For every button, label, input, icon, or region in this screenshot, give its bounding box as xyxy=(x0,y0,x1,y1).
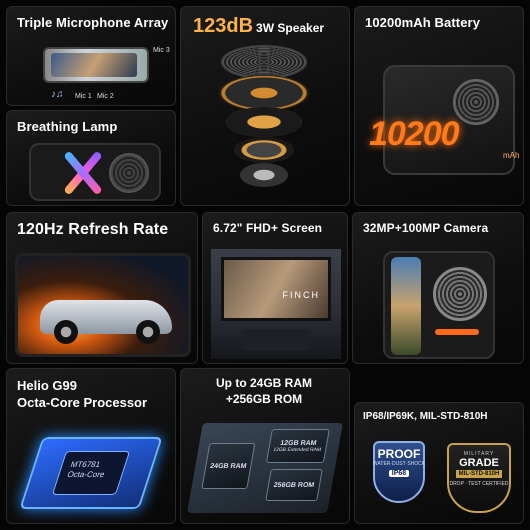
speaker-grill-icon xyxy=(453,79,499,125)
tile-camera: 32MP+100MP Camera xyxy=(352,212,524,364)
lamp-title: Breathing Lamp xyxy=(17,119,118,134)
tile-microphone: Triple Microphone Array Mic 3 ♪♫ Mic 1 M… xyxy=(6,6,176,106)
ram-spec: Up to 24GB RAM xyxy=(216,376,312,390)
ram-chip: 24GB RAM xyxy=(201,443,256,489)
light-x-icon xyxy=(59,151,107,195)
camera-title: 32MP+100MP Camera xyxy=(363,221,489,235)
tile-processor: Helio G99 Octa-Core Processor MT6781 Oct… xyxy=(6,368,176,524)
tile-speaker: 123dB 3W Speaker xyxy=(180,6,350,206)
tile-refresh-rate: 120Hz Refresh Rate xyxy=(6,212,198,364)
feature-grid: Triple Microphone Array Mic 3 ♪♫ Mic 1 M… xyxy=(0,0,530,530)
processor-cores: Octa-Core Processor xyxy=(17,395,148,410)
tile-durability: IP68/IP69K, MIL-STD-810H PROOF WATER·DUS… xyxy=(354,402,524,524)
speaker-title: 123dB 3W Speaker xyxy=(193,15,324,38)
phone-image xyxy=(43,47,149,83)
rom-chip: 256GB ROM xyxy=(265,469,323,501)
extended-ram-chip: 12GB RAM 12GB Extended RAM xyxy=(265,429,330,463)
refresh-title: 120Hz Refresh Rate xyxy=(17,221,169,238)
phone-image xyxy=(383,251,495,359)
camera-lens-icon xyxy=(433,267,487,321)
mic2-label: Mic 2 xyxy=(97,93,114,100)
movie-title: FINCH xyxy=(282,290,320,300)
memory-board-icon: 24GB RAM 12GB RAM 12GB Extended RAM 256GB… xyxy=(187,423,343,513)
speaker-grill-icon xyxy=(109,153,149,193)
chip-icon: MT6781 Octa-Core xyxy=(19,437,163,509)
speaker-watt: 3W Speaker xyxy=(256,21,325,35)
rom-spec: +256GB ROM xyxy=(225,392,303,406)
speaker-db: 123dB xyxy=(193,15,254,37)
sports-car-image xyxy=(15,253,191,357)
chip-cores: Octa-Core xyxy=(66,470,106,479)
living-room-image: FINCH xyxy=(211,249,341,359)
battery-title: 10200mAh Battery xyxy=(365,15,481,30)
processor-name: Helio G99 xyxy=(17,378,77,393)
music-note-icon: ♪♫ xyxy=(51,89,64,100)
movie-screen: FINCH xyxy=(221,257,331,321)
mic-title: Triple Microphone Array xyxy=(17,15,169,30)
memory-title: Up to 24GB RAM +256GB ROM xyxy=(209,375,319,407)
tile-memory: Up to 24GB RAM +256GB ROM 24GB RAM 12GB … xyxy=(180,368,350,524)
phone-back-image xyxy=(29,143,161,201)
battery-number: 10200 xyxy=(369,115,460,153)
durability-title: IP68/IP69K, MIL-STD-810H xyxy=(363,411,488,422)
mic1-label: Mic 1 xyxy=(75,93,92,100)
battery-unit: mAh xyxy=(503,151,520,160)
proof-shield-icon: PROOF WATER·DUST·SHOCK IP68 xyxy=(373,441,425,503)
processor-title: Helio G99 Octa-Core Processor xyxy=(17,377,147,411)
chip-model: MT6781 xyxy=(69,460,102,469)
mic3-label: Mic 3 xyxy=(153,47,170,54)
tile-battery: 10200mAh Battery 10200 mAh xyxy=(354,6,524,206)
screen-title: 6.72" FHD+ Screen xyxy=(213,221,323,235)
military-grade-badge-icon: MILITARY GRADE MIL-STD-810H DROP · TEST … xyxy=(447,443,511,513)
tile-breathing-lamp: Breathing Lamp xyxy=(6,110,176,206)
speaker-exploded-icon xyxy=(209,45,319,195)
tile-screen: 6.72" FHD+ Screen FINCH xyxy=(202,212,348,364)
